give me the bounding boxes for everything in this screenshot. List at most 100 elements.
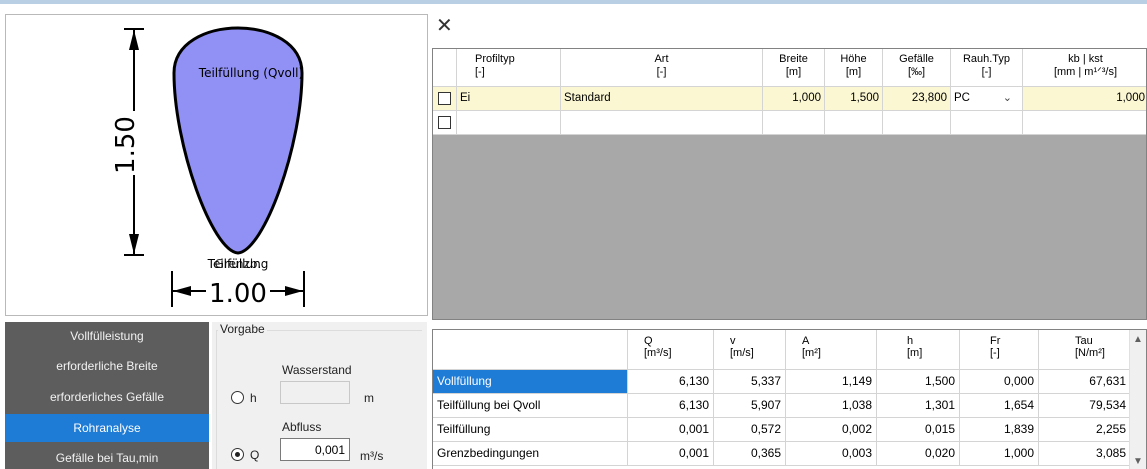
new-cell-profiltyp[interactable] bbox=[457, 111, 561, 135]
vorgabe-group: Vorgabe Wasserstand h m Abfluss Q 0,001 … bbox=[212, 322, 427, 469]
new-cell-kb-kst[interactable] bbox=[1023, 111, 1146, 135]
col-header-profiltyp[interactable]: Profiltyp [-] bbox=[457, 49, 561, 87]
results-col-fr-unit: [-] bbox=[990, 347, 1000, 359]
new-cell-art[interactable] bbox=[561, 111, 763, 135]
results-col-v-unit: [m/s] bbox=[730, 347, 754, 359]
col-header-breite-unit: [m] bbox=[785, 66, 802, 78]
results-col-a-unit: [m²] bbox=[802, 347, 821, 359]
table-row[interactable]: Ei Standard 1,000 1,500 23,800 PC ⌄ 1,000 bbox=[433, 87, 1146, 111]
results-cell: 0,572 bbox=[714, 418, 786, 442]
results-cell: 6,130 bbox=[628, 394, 714, 418]
results-col-a: A [m²] bbox=[786, 330, 877, 370]
nav-item-erforderliches-gefaelle[interactable]: erforderliches Gefälle bbox=[5, 383, 209, 411]
vorgabe-legend: Vorgabe bbox=[218, 322, 267, 336]
results-row-label-grenzbedingungen[interactable]: Grenzbedingungen bbox=[433, 442, 628, 466]
row-checkbox-cell bbox=[433, 87, 457, 111]
height-arrow-bottom bbox=[129, 234, 139, 254]
col-header-breite-name: Breite bbox=[779, 53, 808, 65]
col-header-profiltyp-name: Profiltyp bbox=[475, 53, 515, 65]
col-header-profiltyp-unit: [-] bbox=[475, 66, 485, 78]
results-row-label-teilfuellung-qvoll[interactable]: Teilfüllung bei Qvoll bbox=[433, 394, 628, 418]
radio-h[interactable] bbox=[231, 391, 244, 404]
col-header-art[interactable]: Art [-] bbox=[561, 49, 763, 87]
caption-teilfuellung-qvoll: Teilfüllung (Qvoll) bbox=[198, 66, 303, 80]
width-arrow-left bbox=[173, 286, 191, 296]
radio-q[interactable] bbox=[231, 448, 244, 461]
egg-profile-shape bbox=[172, 26, 304, 255]
scroll-up-icon[interactable]: ▲ bbox=[1133, 334, 1143, 345]
new-row-checkbox-cell bbox=[433, 111, 457, 135]
results-cell: 0,020 bbox=[877, 442, 960, 466]
analysis-mode-nav: Vollfülleistung erforderliche Breite erf… bbox=[5, 322, 209, 469]
wasserstand-input[interactable] bbox=[280, 381, 350, 404]
col-header-kb-kst-unit: [mm | m¹ᐟ³/s] bbox=[1053, 66, 1118, 78]
new-cell-breite[interactable] bbox=[763, 111, 825, 135]
nav-item-erforderliche-breite[interactable]: erforderliche Breite bbox=[5, 352, 209, 380]
width-label: 1.00 bbox=[209, 279, 267, 309]
results-scrollbar[interactable]: ▲ ▼ bbox=[1129, 330, 1146, 469]
new-row-checkbox[interactable] bbox=[438, 116, 451, 129]
col-header-gefaelle-name: Gefälle bbox=[899, 53, 934, 65]
row-checkbox[interactable] bbox=[438, 92, 451, 105]
col-header-kb-kst[interactable]: kb | kst [mm | m¹ᐟ³/s] bbox=[1023, 49, 1146, 87]
radio-h-label: h bbox=[250, 391, 257, 405]
cell-rauh-typ-combo[interactable]: PC ⌄ bbox=[951, 87, 1023, 111]
results-cell: 0,000 bbox=[960, 370, 1039, 394]
results-cell: 1,000 bbox=[960, 442, 1039, 466]
rauh-typ-value: PC bbox=[954, 92, 970, 104]
abfluss-label: Abfluss bbox=[282, 420, 322, 434]
chevron-down-icon[interactable]: ⌄ bbox=[1003, 91, 1012, 104]
col-header-hoehe[interactable]: Höhe [m] bbox=[825, 49, 883, 87]
new-cell-hoehe[interactable] bbox=[825, 111, 883, 135]
new-cell-rauh-typ[interactable] bbox=[951, 111, 1023, 135]
results-cell: 0,001 bbox=[628, 418, 714, 442]
results-cell: 79,534 bbox=[1039, 394, 1131, 418]
egg-profile-drawing: 1.50 Teilfüllung (Qvoll) Teilfüllung Gre… bbox=[111, 26, 305, 309]
wasserstand-unit: m bbox=[364, 391, 374, 405]
results-col-a-name: A bbox=[802, 335, 810, 347]
abfluss-unit: m³/s bbox=[360, 449, 384, 463]
results-cell: 67,631 bbox=[1039, 370, 1131, 394]
cell-breite[interactable]: 1,000 bbox=[763, 87, 825, 111]
results-cell: 3,085 bbox=[1039, 442, 1131, 466]
cell-art[interactable]: Standard bbox=[561, 87, 763, 111]
nav-item-vollfuellleistung[interactable]: Vollfülleistung bbox=[5, 322, 209, 350]
results-cell: 0,365 bbox=[714, 442, 786, 466]
cell-hoehe[interactable]: 1,500 bbox=[825, 87, 883, 111]
results-col-q-unit: [m³/s] bbox=[644, 347, 672, 359]
height-label: 1.50 bbox=[111, 116, 141, 174]
results-header-corner bbox=[433, 330, 628, 370]
col-header-hoehe-unit: [m] bbox=[845, 66, 862, 78]
col-header-gefaelle[interactable]: Gefälle [‰] bbox=[883, 49, 951, 87]
results-cell: 5,907 bbox=[714, 394, 786, 418]
new-cell-gefaelle[interactable] bbox=[883, 111, 951, 135]
col-header-art-name: Art bbox=[654, 53, 669, 65]
close-icon[interactable]: ✕ bbox=[436, 16, 456, 36]
col-header-rauh-typ-unit: [-] bbox=[981, 66, 992, 78]
results-cell: 6,130 bbox=[628, 370, 714, 394]
results-row-label-vollfuellung[interactable]: Vollfüllung bbox=[433, 370, 628, 394]
cell-profiltyp[interactable]: Ei bbox=[457, 87, 561, 111]
table-row-new[interactable] bbox=[433, 111, 1146, 135]
col-header-art-unit: [-] bbox=[656, 66, 667, 78]
nav-item-gefaelle-tau-min[interactable]: Gefälle bei Tau,min bbox=[5, 444, 209, 469]
cell-gefaelle[interactable]: 23,800 bbox=[883, 87, 951, 111]
results-cell: 0,015 bbox=[877, 418, 960, 442]
results-col-h-name: h bbox=[907, 335, 914, 347]
col-header-hoehe-name: Höhe bbox=[840, 53, 867, 65]
abfluss-input[interactable]: 0,001 bbox=[280, 438, 350, 461]
nav-item-rohranalyse[interactable]: Rohranalyse bbox=[5, 414, 209, 442]
cell-kb-kst[interactable]: 1,000 bbox=[1023, 87, 1146, 111]
results-row-label-teilfuellung[interactable]: Teilfüllung bbox=[433, 418, 628, 442]
results-cell: 0,001 bbox=[628, 442, 714, 466]
col-header-rauh-typ-name: Rauh.Typ bbox=[962, 53, 1011, 65]
col-header-rauh-typ[interactable]: Rauh.Typ [-] bbox=[951, 49, 1023, 87]
results-col-v-name: v bbox=[730, 335, 736, 347]
height-arrow-top bbox=[129, 30, 139, 50]
width-arrow-right bbox=[285, 286, 303, 296]
radio-q-label: Q bbox=[250, 448, 260, 462]
results-cell: 0,002 bbox=[786, 418, 877, 442]
scroll-down-icon[interactable]: ▼ bbox=[1133, 456, 1143, 467]
results-cell: 1,149 bbox=[786, 370, 877, 394]
col-header-breite[interactable]: Breite [m] bbox=[763, 49, 825, 87]
